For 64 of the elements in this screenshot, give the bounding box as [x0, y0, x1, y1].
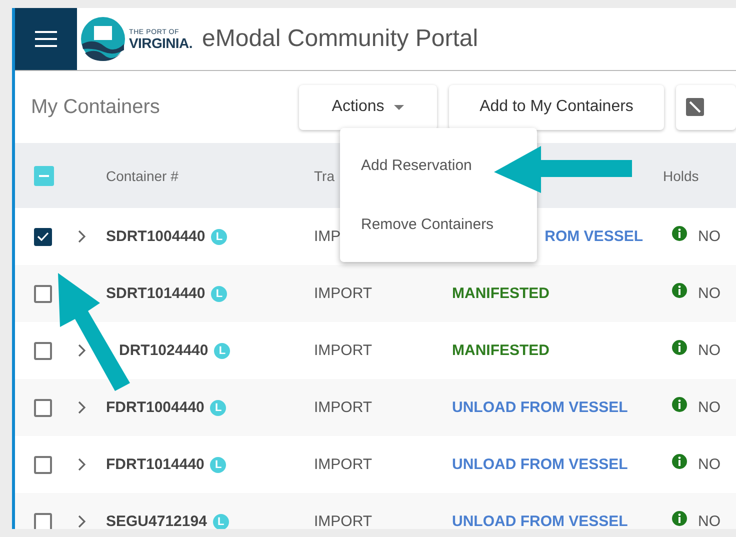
row-checkbox[interactable]	[34, 512, 52, 529]
trade-type: IMPORT	[314, 342, 372, 359]
hold-value: NO	[698, 456, 720, 473]
status-badge: L	[211, 228, 228, 244]
add-button[interactable]: Add to My Containers	[449, 84, 664, 130]
trade-type: IMP	[314, 228, 341, 245]
chevron-icon[interactable]	[78, 344, 86, 357]
logo-icon	[80, 16, 126, 62]
row-checkbox[interactable]	[34, 228, 52, 246]
status-link[interactable]: MANIFESTED	[452, 285, 643, 302]
status-badge: L	[214, 342, 230, 358]
row-checkbox[interactable]	[34, 456, 52, 474]
page-title: My Containers	[31, 96, 161, 118]
column-header: Holds	[663, 168, 699, 184]
chevron-icon[interactable]	[78, 230, 86, 243]
hold-value: NO	[698, 342, 720, 359]
container-number: SEGU4712194	[106, 513, 207, 529]
status-link[interactable]: UNLOAD FROM VESSEL	[452, 399, 643, 416]
caret-icon	[394, 104, 404, 110]
status-badge: L	[211, 286, 228, 302]
row-checkbox[interactable]	[34, 284, 52, 302]
status-badge: L	[210, 400, 226, 416]
dash-icon	[39, 174, 49, 176]
chevron-icon[interactable]	[78, 458, 86, 471]
container-number: SDRT1014440	[106, 285, 206, 302]
status-badge: L	[210, 456, 226, 472]
container-number: FDRT1014440	[106, 456, 204, 473]
status-link[interactable]: UNLOAD FROM VESSEL	[452, 513, 643, 529]
logo-text: VIRGINIA.	[129, 36, 192, 50]
info-icon[interactable]	[672, 226, 687, 241]
status-badge: L	[212, 514, 229, 529]
info-icon[interactable]	[672, 511, 687, 526]
hold-value: NO	[698, 399, 720, 416]
check-icon	[37, 232, 49, 241]
hold-value: NO	[698, 228, 720, 245]
trade-type: IMPORT	[314, 285, 372, 302]
status-link[interactable]: MANIFESTED	[452, 342, 643, 359]
menu-item[interactable]: Add Reservation	[340, 136, 472, 195]
container-number: DRT1024440	[119, 342, 208, 359]
column-header: Tra	[314, 168, 334, 184]
status-link[interactable]: UNLOAD FROM VESSEL	[452, 456, 643, 473]
app-title: eModal Community Portal	[202, 25, 478, 53]
info-icon[interactable]	[672, 454, 687, 469]
chevron-icon[interactable]	[78, 515, 86, 528]
trade-type: IMPORT	[314, 399, 372, 416]
container-number: SDRT1004440	[106, 228, 206, 245]
menu-item[interactable]: Remove Containers	[340, 195, 494, 254]
select-all-checkbox[interactable]	[34, 166, 54, 186]
icon-button[interactable]	[676, 84, 736, 130]
column-header: Container #	[106, 168, 178, 184]
info-icon[interactable]	[672, 340, 687, 355]
hold-value: NO	[698, 285, 720, 302]
row-checkbox[interactable]	[34, 342, 52, 360]
actions-button[interactable]: Actions	[299, 84, 437, 130]
trade-type: IMPORT	[314, 513, 372, 529]
menu-icon	[35, 31, 57, 47]
info-icon[interactable]	[672, 397, 687, 412]
trade-type: IMPORT	[314, 456, 372, 473]
hold-value: NO	[698, 513, 720, 529]
info-icon[interactable]	[672, 283, 687, 298]
container-number: FDRT1004440	[106, 399, 204, 416]
menu-button[interactable]	[15, 8, 77, 70]
chevron-icon[interactable]	[78, 401, 86, 414]
row-checkbox[interactable]	[34, 398, 52, 416]
